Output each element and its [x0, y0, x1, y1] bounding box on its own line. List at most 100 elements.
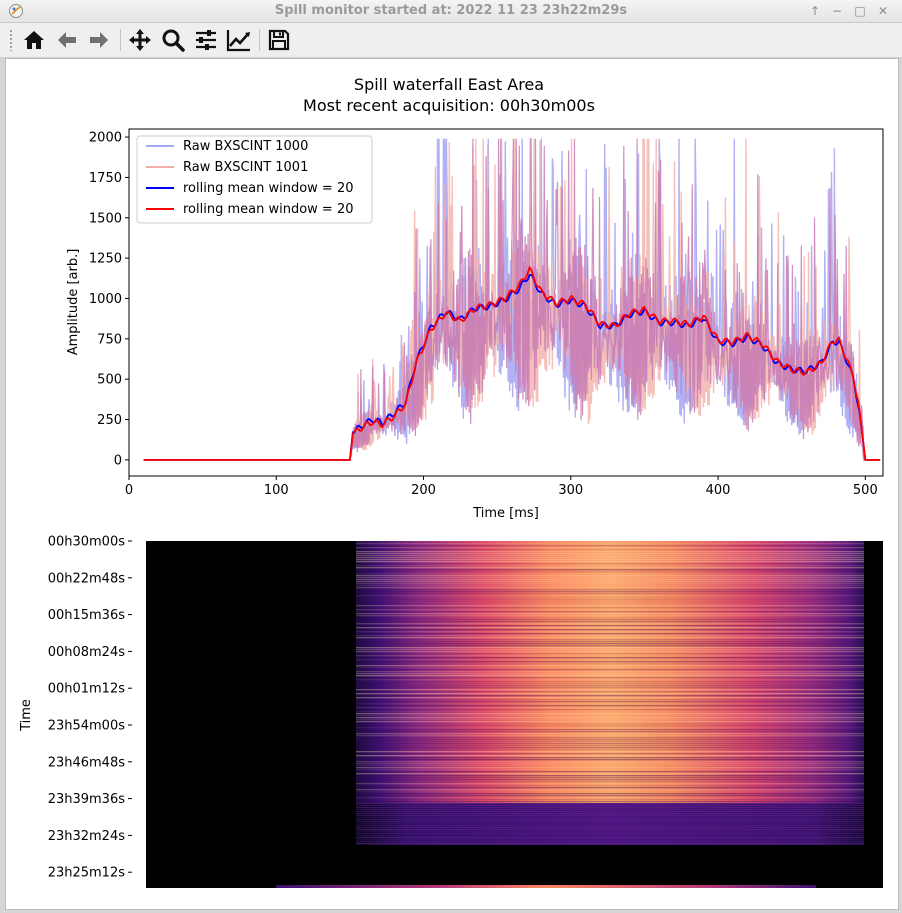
heatmap-row	[356, 713, 864, 715]
y-axis-label: Amplitude [arb.]	[66, 249, 81, 356]
heatmap-row	[356, 677, 864, 679]
heatmap-row	[356, 757, 864, 759]
heatmap-row	[356, 799, 864, 801]
heatmap-row	[356, 825, 864, 826]
heatmap-row	[356, 759, 864, 761]
heatmap-row	[356, 685, 864, 687]
heatmap-y-axis-label: Time	[19, 699, 34, 732]
chart-line-icon	[226, 30, 250, 52]
toolbar-separator	[259, 29, 260, 51]
heatmap-row	[356, 667, 864, 669]
heatmap-row	[356, 839, 864, 840]
heatmap-row	[356, 687, 864, 689]
heatmap-row	[356, 561, 864, 563]
heatmap-row	[356, 837, 864, 838]
save-button[interactable]	[265, 26, 293, 54]
window-titlebar[interactable]: Spill monitor started at: 2022 11 23 23h…	[0, 0, 902, 23]
heatmap-row	[356, 731, 864, 733]
heatmap-row	[356, 653, 864, 655]
heatmap-row	[356, 693, 864, 695]
heatmap-row	[356, 669, 864, 671]
heatmap-row	[356, 563, 864, 565]
pan-button[interactable]	[126, 26, 154, 54]
heatmap-row	[356, 815, 864, 816]
edit-axes-button[interactable]	[225, 26, 253, 54]
heatmap-row	[356, 647, 864, 649]
heatmap-row	[356, 555, 864, 557]
heatmap-row	[356, 569, 864, 571]
heatmap-row	[356, 843, 864, 844]
heatmap-row	[356, 629, 864, 631]
heatmap-row	[356, 601, 864, 603]
heatmap-row	[356, 559, 864, 561]
heatmap-low-rows	[356, 803, 864, 844]
figure-subtitle: Most recent acquisition: 00h30m00s	[303, 96, 595, 115]
heatmap-row	[356, 725, 864, 727]
heatmap-row	[356, 819, 864, 820]
x-tick-label: 200	[411, 483, 436, 498]
floppy-disk-icon	[268, 29, 290, 51]
keep-above-button[interactable]: ↑	[806, 2, 824, 20]
heatmap-row	[356, 583, 864, 585]
heatmap-row	[356, 661, 864, 663]
heatmap-row	[356, 571, 864, 573]
figure-canvas[interactable]: Spill waterfall East Area Most recent ac…	[5, 58, 899, 910]
legend[interactable]: Raw BXSCINT 1000 Raw BXSCINT 1001 rollin…	[136, 135, 373, 224]
x-tick-label: 500	[853, 483, 878, 498]
subplots-button[interactable]	[192, 26, 220, 54]
heatmap-row	[356, 593, 864, 595]
heatmap-row	[356, 797, 864, 799]
heatmap-row	[356, 737, 864, 739]
heatmap-row	[356, 807, 864, 808]
heatmap-row	[356, 631, 864, 633]
home-button[interactable]	[20, 26, 48, 54]
heatmap-row	[356, 753, 864, 755]
heatmap-row	[356, 823, 864, 824]
home-icon	[24, 31, 44, 49]
heatmap-row	[356, 729, 864, 731]
heatmap-row	[356, 643, 864, 645]
heatmap-row	[356, 665, 864, 667]
heatmap-row	[356, 573, 864, 575]
heatmap-row	[356, 795, 864, 797]
heatmap-row	[356, 659, 864, 661]
figure-title: Spill waterfall East Area	[354, 75, 544, 94]
heatmap-row	[356, 609, 864, 611]
heatmap-row	[356, 681, 864, 683]
heatmap-row	[356, 595, 864, 597]
heatmap-row	[356, 835, 864, 836]
heatmap-row	[356, 603, 864, 605]
heatmap-y-axis: 00h30m00s 00h22m48s 00h15m36s 00h08m24s 00h0…	[48, 535, 132, 881]
heatmap-row	[356, 791, 864, 793]
y-tick-label: 750	[97, 332, 122, 347]
heatmap-row	[356, 827, 864, 828]
waterfall-heatmap: 00h30m00s 00h22m48s 00h15m36s 00h08m24s 00h0…	[19, 535, 883, 888]
zoom-button[interactable]	[159, 26, 187, 54]
heatmap-row	[356, 805, 864, 806]
heatmap-row	[356, 763, 864, 765]
back-button[interactable]	[53, 26, 81, 54]
heatmap-y-tick-label: 00h22m48s	[48, 571, 126, 586]
x-tick-label: 300	[558, 483, 583, 498]
heatmap-row	[356, 771, 864, 773]
maximize-button[interactable]: □	[851, 2, 869, 20]
y-tick-label: 2000	[89, 131, 122, 146]
heatmap-row	[356, 619, 864, 621]
heatmap-row	[356, 645, 864, 647]
heatmap-y-tick-label: 00h15m36s	[48, 608, 126, 623]
heatmap-row	[356, 741, 864, 743]
heatmap-row	[356, 551, 864, 553]
heatmap-row	[356, 733, 864, 735]
toolbar-grip[interactable]	[9, 29, 13, 51]
x-axis-label: Time [ms]	[472, 506, 539, 521]
heatmap-y-tick-label: 23h25m12s	[48, 866, 126, 881]
forward-button[interactable]	[85, 26, 113, 54]
y-tick-label: 1750	[89, 171, 122, 186]
heatmap-row	[356, 689, 864, 691]
x-tick-label: 100	[264, 483, 289, 498]
minimize-button[interactable]: −	[828, 2, 846, 20]
sliders-icon	[196, 30, 216, 50]
close-button[interactable]: ✕	[874, 2, 892, 20]
heatmap-row	[356, 671, 864, 673]
heatmap-row	[356, 841, 864, 842]
